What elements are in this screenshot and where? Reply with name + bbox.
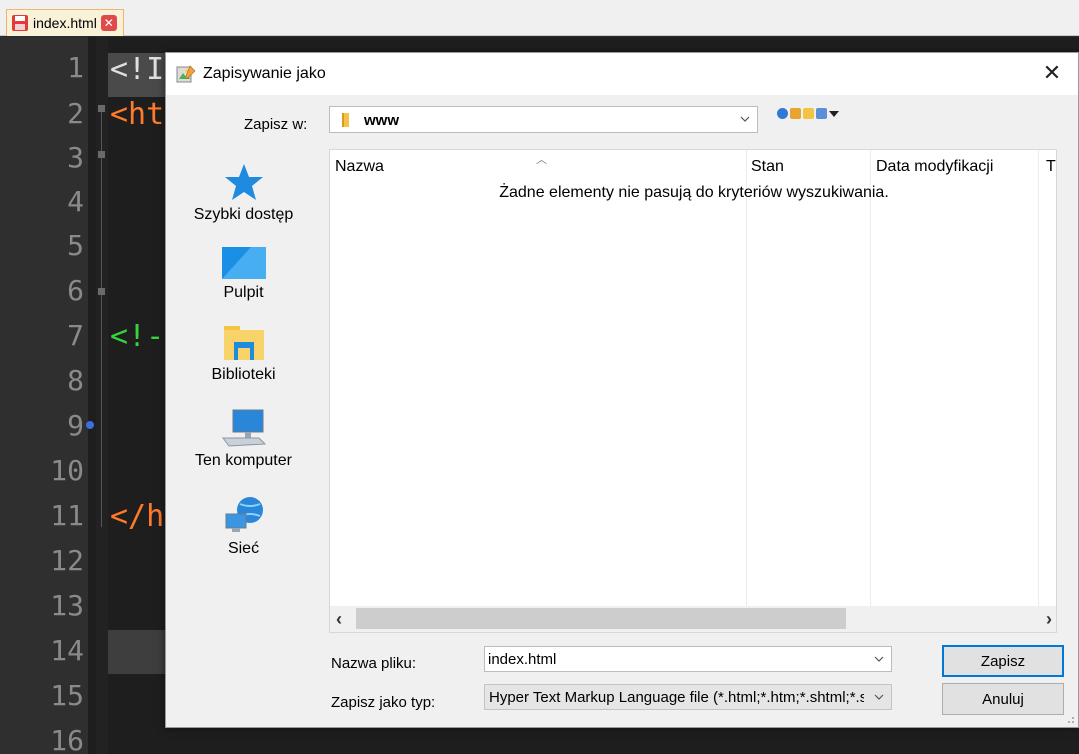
up-folder-icon[interactable]	[790, 108, 801, 119]
horizontal-scrollbar[interactable]: ‹ ›	[330, 606, 1056, 632]
folder-icon	[342, 113, 349, 127]
place-label: Biblioteki	[211, 366, 276, 383]
dialog-title-bar[interactable]: Zapisywanie jako ✕	[166, 53, 1078, 95]
desktop-icon	[221, 247, 266, 279]
line-number: 4	[67, 185, 84, 218]
column-header-status[interactable]: Stan	[751, 158, 784, 176]
line-number: 12	[50, 544, 84, 577]
line-number: 1	[67, 51, 84, 84]
chevron-down-icon[interactable]	[739, 113, 751, 125]
code-line: <ht	[110, 97, 165, 132]
line-number: 15	[50, 679, 84, 712]
code-line: <!I	[110, 52, 165, 87]
scrollbar-thumb[interactable]	[356, 608, 846, 629]
look-in-label: Zapisz w:	[244, 116, 308, 133]
column-separator	[746, 150, 747, 606]
line-number: 13	[50, 589, 84, 622]
fold-guide	[101, 112, 102, 527]
save-as-icon	[176, 65, 196, 83]
tab-close-icon[interactable]: ✕	[100, 15, 117, 31]
tab-index-html[interactable]: index.html ✕	[6, 9, 124, 36]
fold-marker-icon[interactable]	[98, 105, 105, 112]
editor-tab-bar: index.html ✕	[0, 0, 1079, 36]
sort-ascending-icon: ︿	[536, 154, 547, 166]
place-label: Pulpit	[223, 284, 264, 301]
column-header-modified[interactable]: Data modyfikacji	[876, 158, 993, 176]
fold-marker-icon[interactable]	[98, 288, 105, 295]
code-line: </h	[110, 499, 165, 534]
fold-margin	[96, 37, 108, 754]
line-number: 5	[67, 229, 84, 262]
libraries-icon	[223, 326, 264, 360]
line-number: 6	[67, 274, 84, 307]
cancel-button[interactable]: Anuluj	[942, 683, 1064, 715]
chevron-down-icon[interactable]	[829, 110, 839, 118]
view-menu-icon[interactable]	[816, 108, 827, 119]
code-line: <!-	[110, 319, 165, 354]
line-number: 11	[50, 499, 84, 532]
place-label: Sieć	[227, 540, 260, 557]
place-quick-access[interactable]: Szybki dostęp	[176, 162, 311, 224]
place-label: Szybki dostęp	[193, 206, 294, 223]
place-label: Ten komputer	[195, 452, 292, 469]
bookmark-dot-icon	[86, 421, 94, 429]
place-this-pc[interactable]: Ten komputer	[176, 408, 311, 470]
save-as-dialog: Zapisywanie jako ✕ Zapisz w: www Szybki …	[165, 52, 1079, 728]
file-type-label: Zapisz jako typ:	[331, 694, 436, 711]
empty-results-message: Żadne elementy nie pasują do kryteriów w…	[499, 184, 889, 201]
file-name-input[interactable]	[488, 649, 858, 669]
line-number: 9	[67, 409, 84, 442]
line-highlight	[108, 630, 168, 674]
chevron-down-icon[interactable]	[873, 691, 885, 703]
dialog-title: Zapisywanie jako	[203, 65, 326, 82]
places-bar: Szybki dostęp Pulpit Biblioteki Ten komp…	[176, 150, 311, 605]
tab-label: index.html	[33, 15, 97, 31]
new-folder-icon[interactable]	[803, 108, 814, 119]
look-in-combobox[interactable]: www	[329, 106, 758, 133]
column-separator	[870, 150, 871, 606]
back-icon[interactable]	[777, 108, 788, 119]
computer-icon	[221, 409, 266, 447]
line-number: 10	[50, 454, 84, 487]
line-number: 14	[50, 634, 84, 667]
line-number: 3	[67, 141, 84, 174]
star-icon	[224, 164, 263, 200]
file-type-value: Hyper Text Markup Language file (*.html;…	[489, 689, 864, 706]
line-number: 8	[67, 364, 84, 397]
scroll-right-icon[interactable]: ›	[1046, 609, 1052, 630]
file-list[interactable]: Nazwa ︿ Stan Data modyfikacji T Żadne el…	[329, 149, 1057, 633]
column-separator	[1038, 150, 1039, 606]
save-button[interactable]: Zapisz	[942, 645, 1064, 677]
line-number: 7	[67, 319, 84, 352]
chevron-down-icon[interactable]	[873, 653, 885, 665]
resize-grip-icon[interactable]	[1065, 714, 1075, 724]
line-number: 2	[67, 97, 84, 130]
file-name-label: Nazwa pliku:	[331, 655, 417, 672]
close-button[interactable]: ✕	[1040, 62, 1064, 86]
file-type-select[interactable]: Hyper Text Markup Language file (*.html;…	[484, 684, 892, 710]
place-desktop[interactable]: Pulpit	[176, 246, 311, 302]
look-in-value: www	[364, 112, 400, 129]
column-header-name[interactable]: Nazwa	[335, 158, 384, 176]
place-libraries[interactable]: Biblioteki	[176, 324, 311, 384]
save-disk-icon	[12, 15, 28, 31]
place-network[interactable]: Sieć	[176, 496, 311, 558]
dialog-toolbar	[777, 108, 839, 119]
column-header-type[interactable]: T	[1046, 158, 1056, 176]
file-name-combobox[interactable]	[484, 646, 892, 672]
line-number: 16	[50, 724, 84, 754]
network-icon	[225, 497, 263, 532]
fold-marker-icon[interactable]	[98, 151, 105, 158]
scroll-left-icon[interactable]: ‹	[336, 609, 342, 630]
